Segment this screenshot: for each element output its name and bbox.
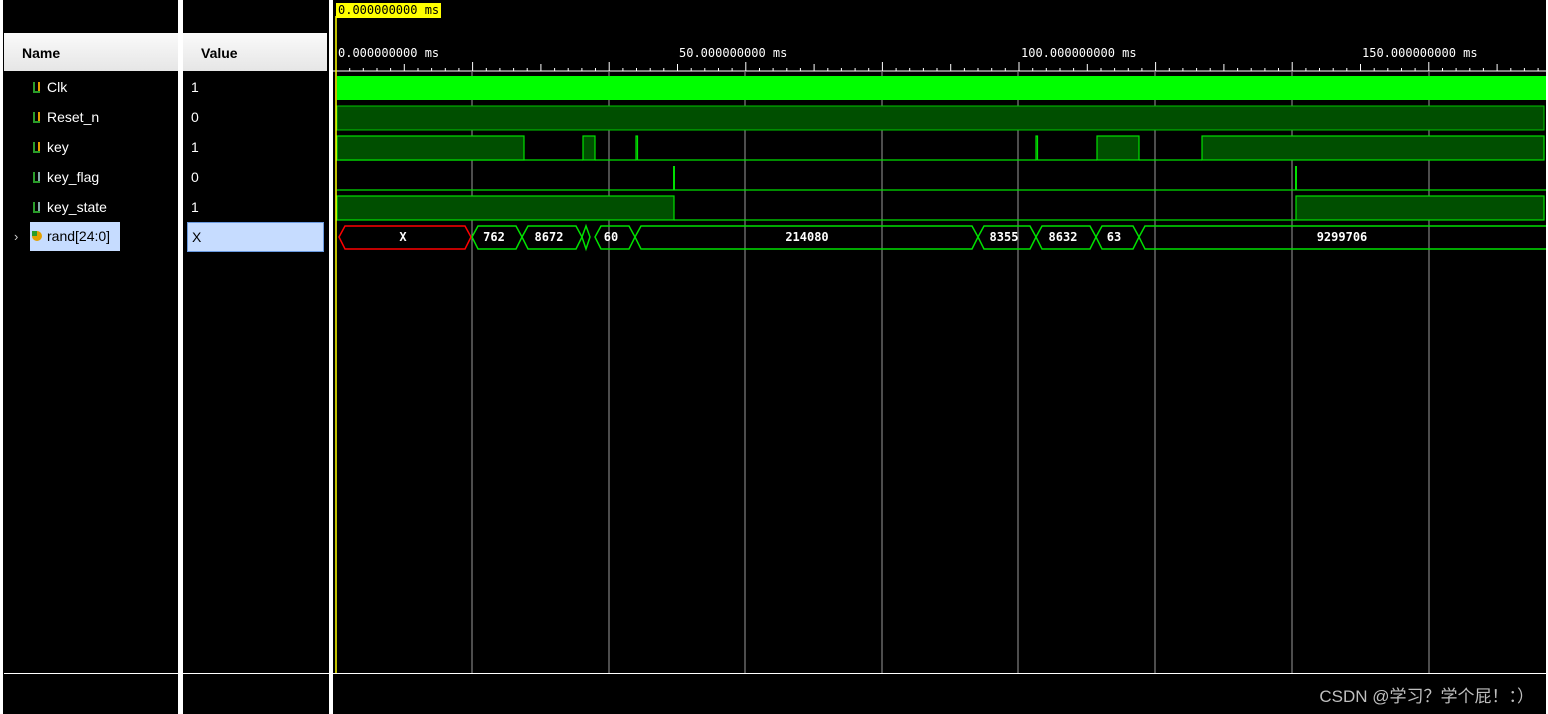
time-ruler[interactable]: 0.000000000 ms 50.000000000 ms 100.00000…: [333, 33, 1546, 72]
signal-row-key-state[interactable]: key_state: [30, 192, 107, 222]
bus-value-214080: 214080: [785, 230, 828, 244]
left-border: [0, 0, 3, 714]
bottom-border-name: [4, 673, 178, 674]
wave-rand-bus: X 762 8672 60 214080 8355 8632 63 929970…: [338, 223, 1546, 252]
signal-value-reset-n: 0: [191, 109, 199, 125]
signal-bus-icon: [32, 231, 42, 241]
signal-value-key: 1: [191, 139, 199, 155]
value-column-header[interactable]: Value: [183, 33, 327, 71]
bus-value-63: 63: [1107, 230, 1121, 244]
value-column: Value: [183, 0, 329, 714]
signal-name-clk: Clk: [47, 79, 68, 95]
signal-row-rand[interactable]: rand[24:0]: [30, 222, 120, 251]
signal-value-clk: 1: [191, 79, 199, 95]
signal-value-rand[interactable]: X: [187, 222, 324, 252]
bottom-border-value: [183, 673, 329, 674]
signal-bit-icon: [33, 112, 40, 123]
signal-value-key-flag: 0: [191, 169, 199, 185]
bottom-border-wave: [333, 673, 1548, 674]
signal-name-rand: rand[24:0]: [47, 228, 111, 244]
ruler-label-100: 100.000000000 ms: [1021, 46, 1137, 60]
signal-bit-icon: [33, 202, 40, 213]
signal-row-reset-n[interactable]: Reset_n: [30, 102, 99, 132]
signal-value-key-state: 1: [191, 199, 199, 215]
wave-key: [336, 135, 1545, 161]
bus-value-x: X: [399, 230, 407, 244]
wave-clk: [337, 76, 1546, 100]
signal-name-key-flag: key_flag: [47, 169, 100, 185]
ruler-label-50: 50.000000000 ms: [679, 46, 787, 60]
signal-bit-icon: [33, 82, 40, 93]
bus-value-8632: 8632: [1049, 230, 1078, 244]
bus-value-60: 60: [604, 230, 618, 244]
bus-value-9299706: 9299706: [1317, 230, 1368, 244]
wave-key-flag: [337, 166, 1546, 191]
signal-bit-icon: [33, 142, 40, 153]
grid-lines: [471, 72, 1430, 673]
ruler-label-0: 0.000000000 ms: [338, 46, 439, 60]
name-column-header[interactable]: Name: [4, 33, 178, 71]
signal-bit-icon: [33, 172, 40, 183]
wave-key-state: [336, 195, 1545, 221]
bus-value-8355: 8355: [990, 230, 1019, 244]
signal-name-reset-n: Reset_n: [47, 109, 100, 125]
signal-name-key: key: [47, 139, 69, 155]
expand-chevron-icon[interactable]: ›: [14, 229, 18, 245]
signal-row-key-flag[interactable]: key_flag: [30, 162, 99, 192]
ruler-label-150: 150.000000000 ms: [1362, 46, 1478, 60]
bus-value-762: 762: [483, 230, 505, 244]
waveform-canvas[interactable]: 0.000000000 ms 50.000000000 ms 100.00000…: [333, 0, 1546, 673]
watermark-text: CSDN @学习？学个屁！：）: [1319, 687, 1534, 706]
signal-row-key[interactable]: key: [30, 132, 69, 162]
signal-name-key-state: key_state: [47, 199, 107, 215]
bus-seg-short: [581, 223, 591, 252]
signal-row-clk[interactable]: Clk: [30, 72, 67, 102]
bus-value-8672: 8672: [535, 230, 564, 244]
wave-reset-n: [336, 105, 1545, 131]
